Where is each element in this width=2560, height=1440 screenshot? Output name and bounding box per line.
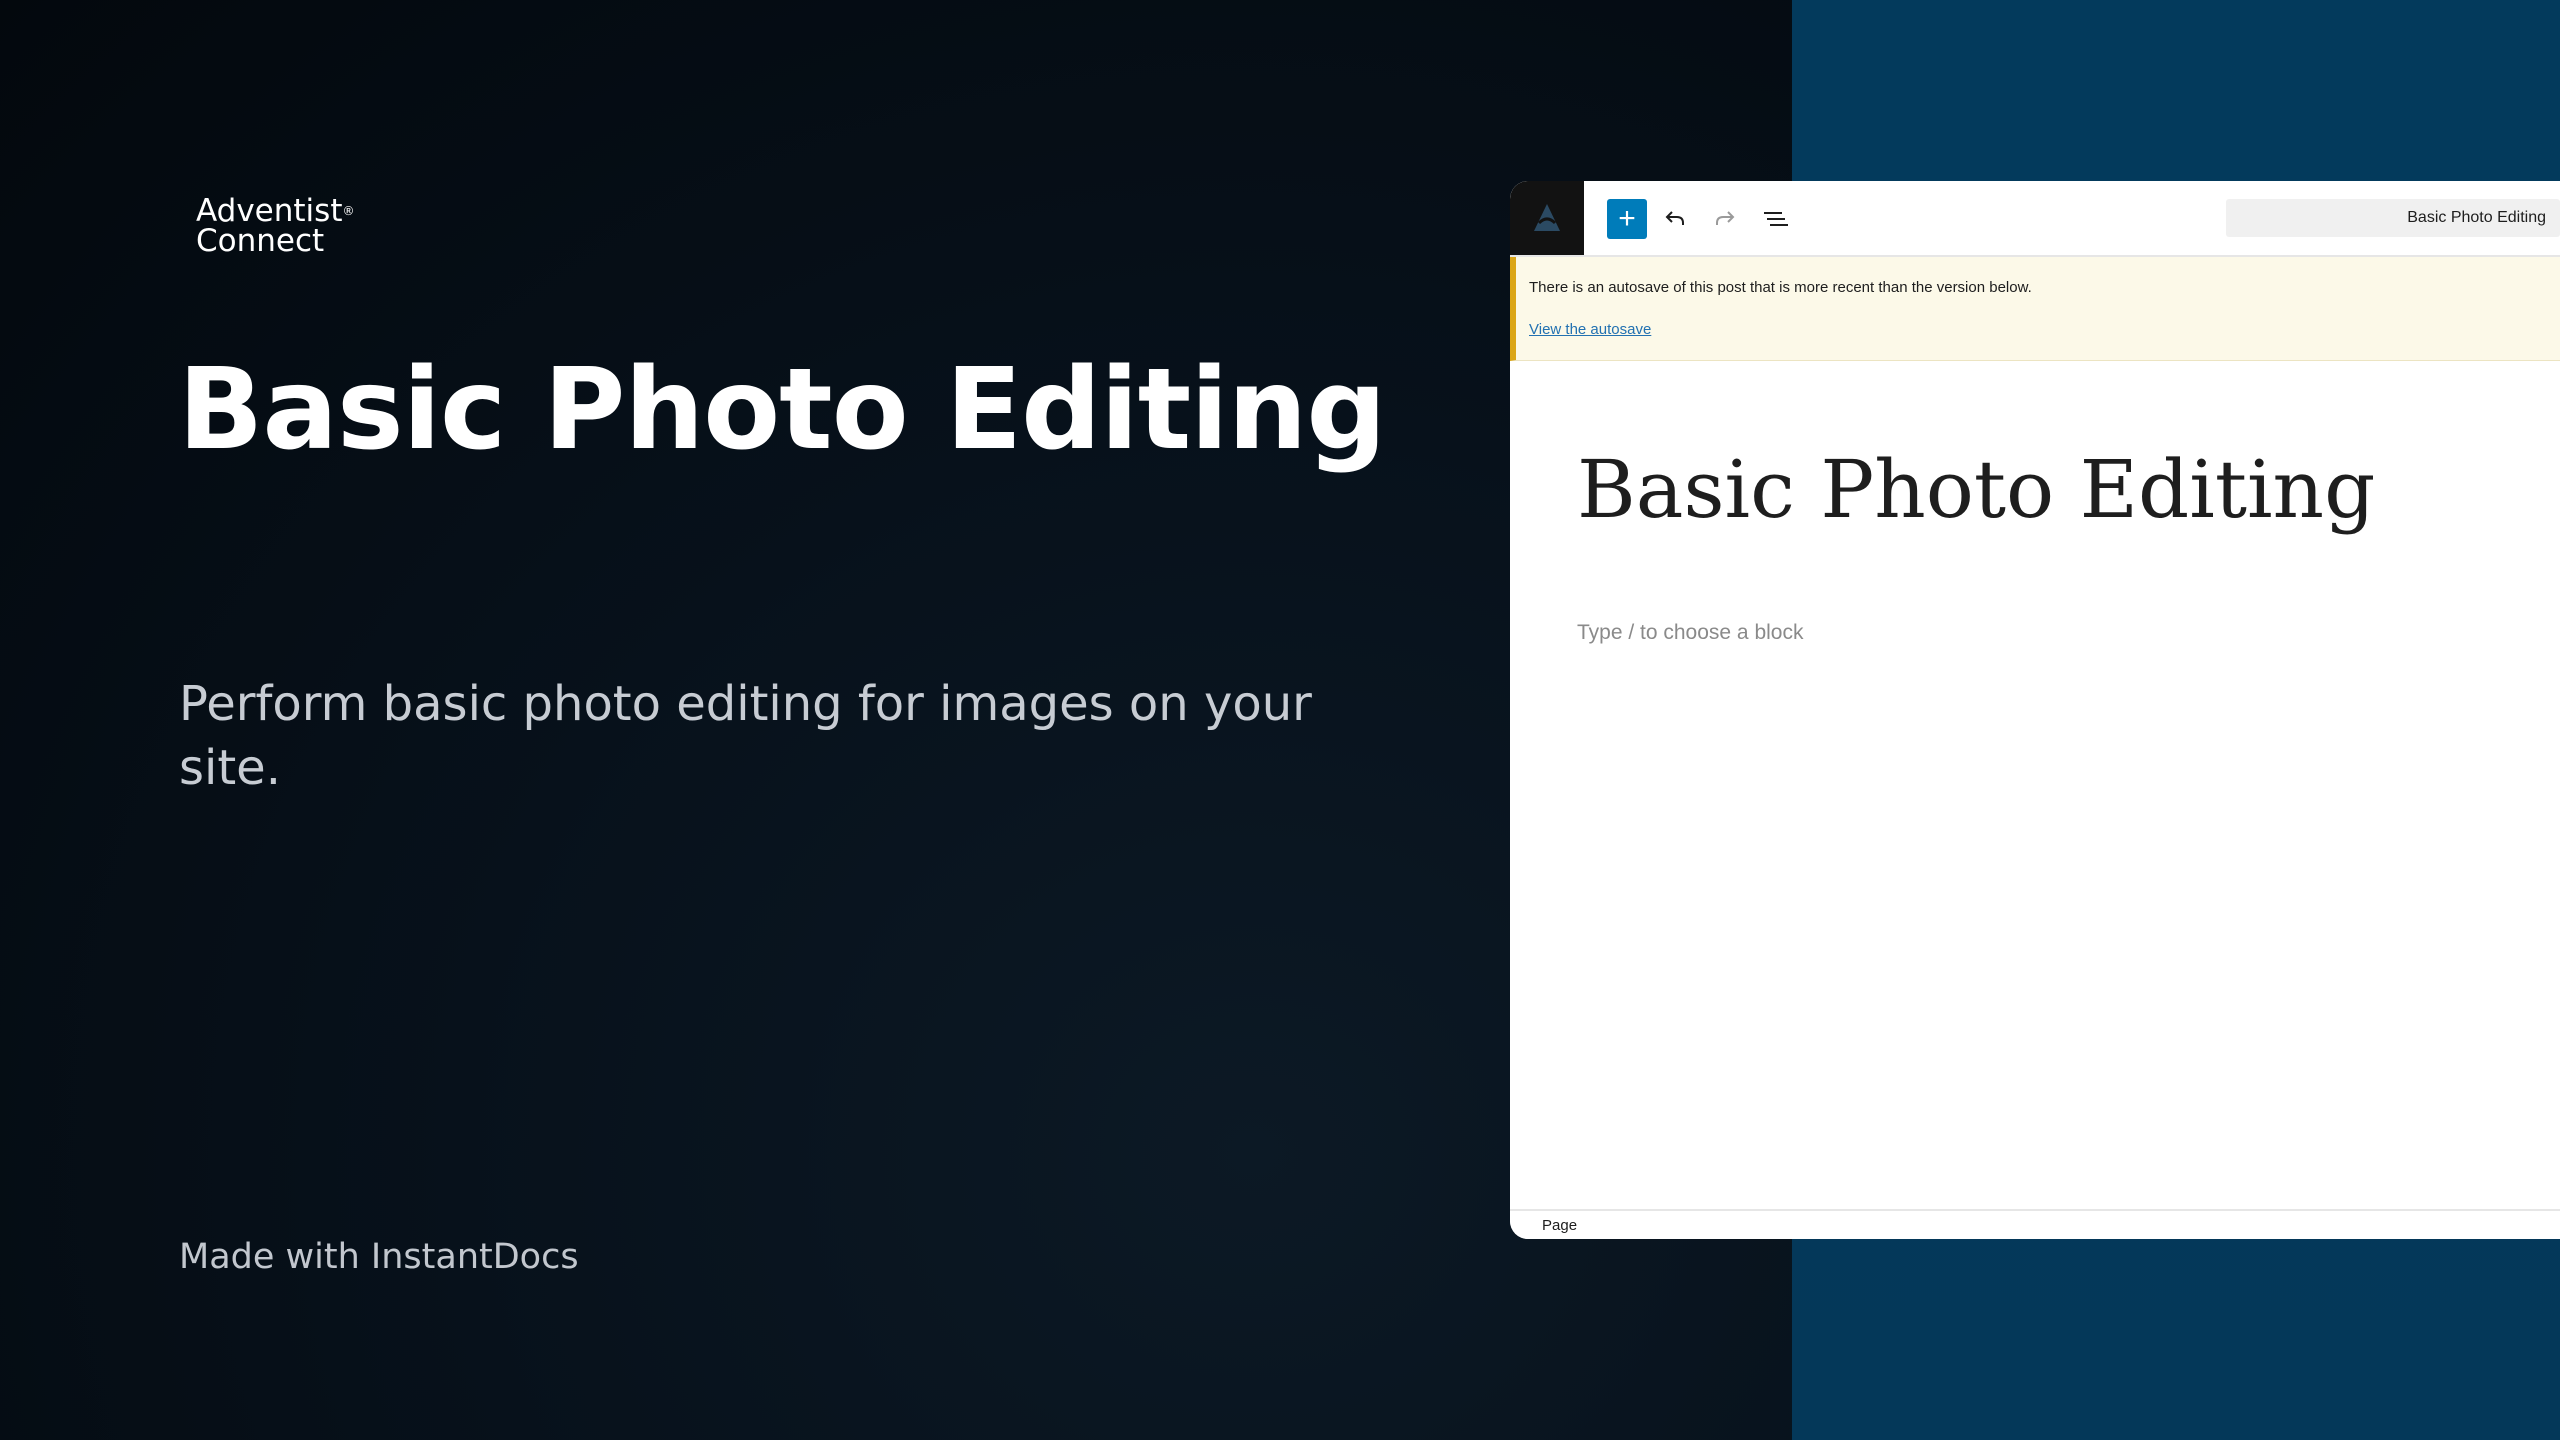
list-view-icon	[1764, 212, 1788, 226]
editor-toolbar: + Basic Photo Editing	[1510, 181, 2560, 257]
undo-icon	[1665, 211, 1684, 225]
add-block-button[interactable]: +	[1607, 199, 1647, 239]
view-autosave-link[interactable]: View the autosave	[1529, 321, 1651, 338]
autosave-notice: There is an autosave of this post that i…	[1510, 257, 2560, 361]
editor-window: + Basic Photo Editing There is an autosa…	[1510, 181, 2560, 1239]
block-placeholder[interactable]: Type / to choose a block	[1577, 621, 1803, 645]
adventist-logo-icon	[1534, 204, 1560, 231]
redo-icon	[1716, 211, 1735, 225]
undo-button[interactable]	[1658, 202, 1692, 236]
hero-subtitle: Perform basic photo editing for images o…	[179, 676, 1312, 796]
post-title[interactable]: Basic Photo Editing	[1577, 443, 2375, 536]
document-title-bar[interactable]: Basic Photo Editing	[2226, 199, 2560, 237]
logo-line-2: Connect	[196, 223, 325, 259]
plus-icon: +	[1618, 202, 1636, 235]
editor-footer: Page	[1510, 1209, 2560, 1239]
autosave-notice-text: There is an autosave of this post that i…	[1529, 279, 2032, 296]
site-logo-button[interactable]	[1510, 181, 1584, 255]
redo-button[interactable]	[1708, 202, 1742, 236]
hero-title: Basic Photo Editing	[178, 345, 1387, 475]
list-view-button[interactable]	[1759, 202, 1793, 236]
logo-registered-mark: ®	[342, 204, 355, 218]
made-with-credit: Made with InstantDocs	[179, 1237, 579, 1277]
footer-breadcrumb[interactable]: Page	[1542, 1217, 1577, 1234]
adventist-connect-logo: Adventist® Connect	[196, 196, 355, 259]
